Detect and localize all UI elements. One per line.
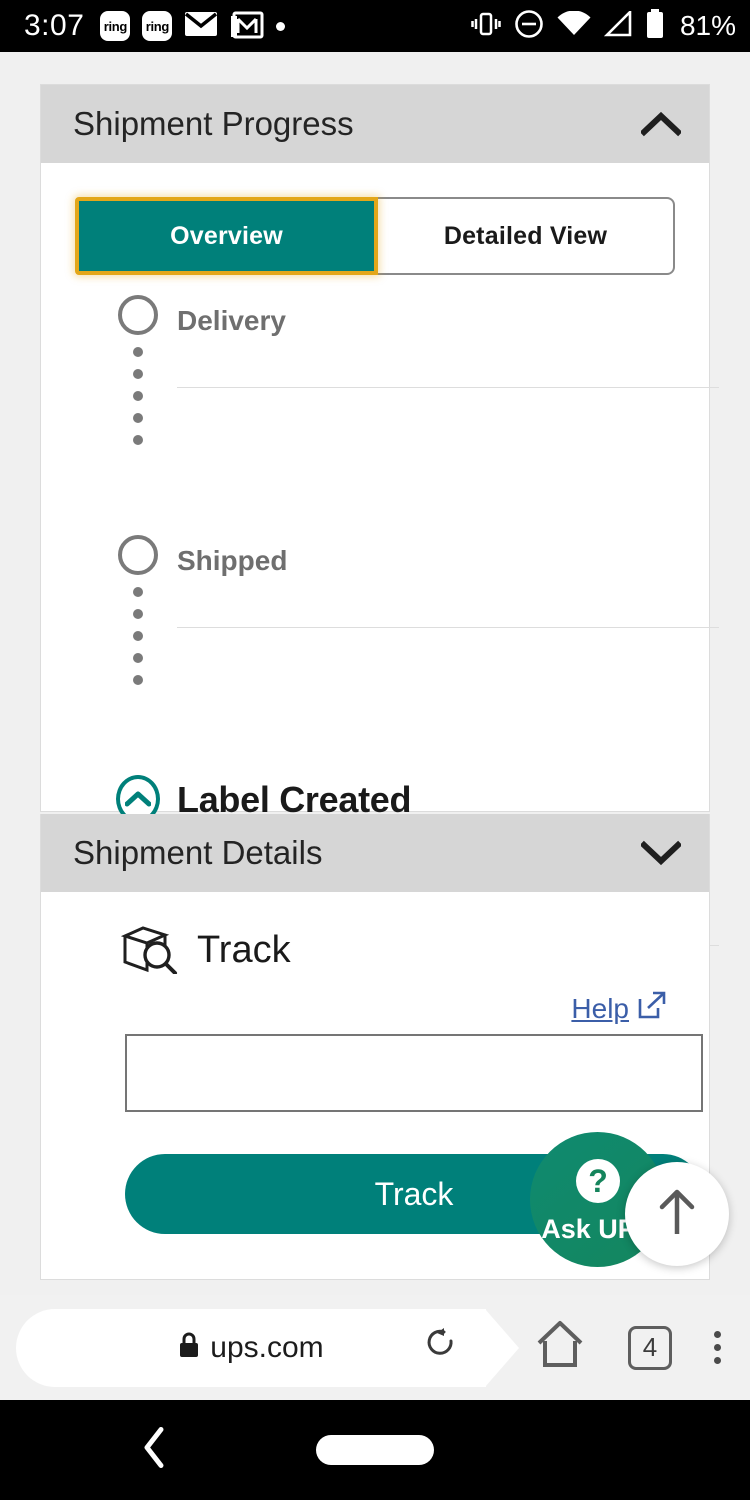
- question-mark-circle-icon: ?: [572, 1155, 624, 1212]
- tab-overview[interactable]: Overview: [75, 197, 378, 275]
- cellular-signal-icon: [603, 8, 632, 42]
- omnibox[interactable]: ups.com: [16, 1308, 519, 1387]
- home-icon[interactable]: [534, 1319, 586, 1376]
- shipment-progress-title: Shipment Progress: [73, 105, 354, 142]
- help-link-label: Help: [571, 992, 629, 1024]
- timeline-divider: [177, 387, 719, 388]
- svg-text:?: ?: [588, 1163, 608, 1199]
- scroll-to-top-button[interactable]: [625, 1162, 729, 1266]
- timeline-step-delivery: Delivery: [41, 291, 719, 445]
- status-notification-icons: ring ring: [100, 9, 286, 44]
- status-system-icons: 81%: [471, 8, 736, 44]
- circle-outline-icon: [118, 295, 158, 335]
- ring-app-icon: ring: [100, 11, 131, 41]
- status-clock: 3:07: [24, 9, 85, 42]
- tab-counter-button[interactable]: 4: [628, 1325, 672, 1370]
- track-heading: Track: [120, 922, 291, 979]
- shipment-timeline: Delivery Shipped Label Created: [41, 291, 719, 946]
- wifi-icon: [557, 10, 591, 42]
- back-chevron-icon[interactable]: [140, 1426, 168, 1475]
- view-mode-tabs: Overview Detailed View: [75, 197, 675, 275]
- lock-icon: [178, 1331, 200, 1364]
- external-link-icon: [637, 990, 667, 1027]
- tab-overview-label: Overview: [170, 221, 283, 250]
- phone-screen: 3:07 ring ring 81% Shipment Progress Ove…: [0, 0, 750, 1500]
- track-heading-label: Track: [197, 929, 291, 971]
- chevron-up-icon[interactable]: [641, 104, 681, 144]
- android-navigation-bar: [0, 1400, 750, 1500]
- shipment-progress-card: Shipment Progress Overview Detailed View: [40, 84, 719, 946]
- battery-icon: [645, 8, 665, 44]
- arrow-up-icon: [654, 1187, 700, 1242]
- tracking-number-input[interactable]: [125, 1034, 703, 1112]
- shipment-details-header[interactable]: Shipment Details: [41, 814, 709, 892]
- chevron-down-icon[interactable]: [641, 833, 681, 873]
- status-bar: 3:07 ring ring 81%: [0, 0, 750, 52]
- vibrate-icon: [471, 10, 501, 43]
- do-not-disturb-icon: [514, 9, 544, 44]
- home-pill-icon[interactable]: [316, 1435, 434, 1465]
- notification-dot-icon: [276, 21, 286, 31]
- kebab-menu-icon[interactable]: [714, 1331, 721, 1364]
- web-page-viewport: Shipment Progress Overview Detailed View: [0, 52, 750, 1295]
- browser-action-icons: 4: [534, 1319, 721, 1376]
- battery-percentage: 81%: [679, 10, 736, 41]
- timeline-step-shipped: Shipped: [41, 411, 719, 685]
- tab-detailed-view-label: Detailed View: [443, 221, 608, 250]
- browser-toolbar: ups.com 4: [0, 1295, 750, 1400]
- timeline-marker-pending: [116, 295, 160, 335]
- package-search-icon: [120, 922, 181, 979]
- gmail-icon: [230, 9, 264, 44]
- tab-detailed-view[interactable]: Detailed View: [378, 197, 675, 275]
- ring-app-icon: ring: [142, 11, 173, 41]
- shipment-details-title: Shipment Details: [73, 834, 323, 871]
- reload-icon[interactable]: [424, 1327, 458, 1368]
- timeline-label-delivery: Delivery: [177, 305, 286, 336]
- help-link[interactable]: Help: [571, 990, 667, 1027]
- envelope-icon: [184, 11, 218, 42]
- omnibox-url: ups.com: [210, 1330, 324, 1364]
- timeline-step-label-created: Label Created 08/25/2020 - 8:04 P.M. Uni…: [41, 531, 719, 946]
- shipment-progress-header[interactable]: Shipment Progress: [41, 85, 709, 163]
